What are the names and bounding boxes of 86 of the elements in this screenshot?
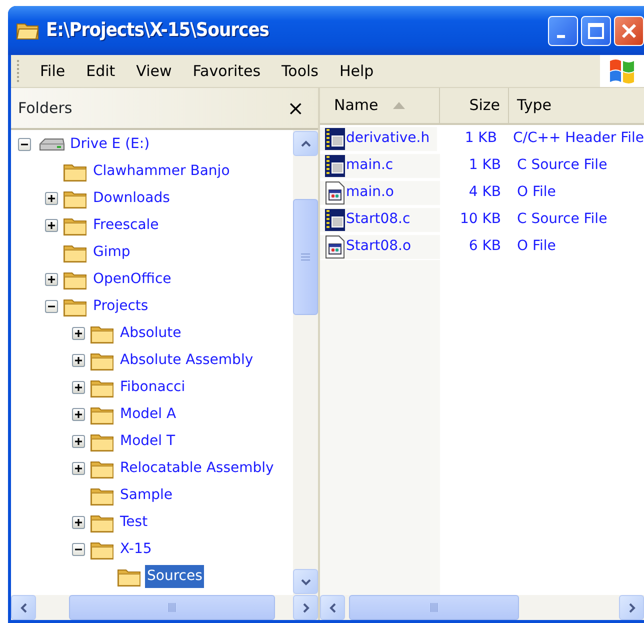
file-size: 1 KB [464,130,497,146]
tree-item[interactable]: Gimp [91,241,132,264]
tree-item[interactable]: Sources [145,565,204,588]
folder-icon [63,188,88,208]
collapse-icon[interactable] [72,543,85,556]
folder-icon [90,486,115,506]
scroll-left-button[interactable] [320,595,345,620]
collapse-icon[interactable] [45,300,58,313]
file-size: 10 KB [460,211,501,227]
close-button[interactable]: × [283,98,308,118]
file-type: C Source File [517,157,608,173]
file-type: C/C++ Header File [512,130,644,146]
file-size: 4 KB [468,184,501,200]
close-icon [620,22,638,40]
menu-item[interactable]: View [128,58,180,84]
drive-icon [39,136,65,152]
window-title: E:\Projects\X-15\Sources [46,18,270,44]
scrollbar-thumb[interactable] [349,595,519,620]
scrollbar-thumb[interactable] [293,199,318,315]
expand-icon[interactable] [72,381,85,394]
folder-icon [90,540,115,560]
scroll-left-button[interactable] [11,595,36,620]
tree-item[interactable]: Model T [118,430,178,453]
scroll-right-button[interactable] [293,595,318,620]
tree-item[interactable]: Model A [118,403,178,426]
maximize-icon [587,22,605,40]
folder-icon [90,404,115,424]
folder-icon [90,512,115,532]
folder-icon [63,296,88,316]
maximize-button[interactable] [581,16,611,46]
file-size: 1 KB [468,157,501,173]
column-header[interactable]: Name [320,88,440,123]
tree-item[interactable]: Relocatable Assembly [118,457,276,480]
column-header[interactable]: Type [509,88,644,123]
file-type: C Source File [517,211,608,227]
column-header[interactable]: Size [440,88,509,123]
expand-icon[interactable] [72,462,85,475]
folder-icon [90,458,115,478]
tree-item[interactable]: X-15 [118,538,154,561]
tree-item[interactable]: Sample [118,484,174,507]
expand-icon[interactable] [72,327,85,340]
folder-icon [63,242,88,262]
expand-icon[interactable] [45,219,58,232]
folder-icon [63,216,88,236]
scroll-up-button[interactable] [293,131,318,156]
tree-item[interactable]: Downloads [91,187,172,210]
tree-item[interactable]: Freescale [91,214,161,237]
expand-icon[interactable] [45,273,58,286]
collapse-icon[interactable] [18,138,31,151]
menu-item[interactable]: Edit [78,58,124,84]
folder-icon [90,378,115,398]
tree-item[interactable]: Projects [91,295,150,318]
folder-icon [63,162,88,182]
expand-icon[interactable] [72,516,85,529]
minimize-icon [556,35,564,38]
menu-item[interactable]: Favorites [184,58,269,84]
scroll-right-button[interactable] [619,595,644,620]
expand-icon[interactable] [45,192,58,205]
file-type: O File [517,184,556,200]
folder-icon [16,20,40,40]
scroll-down-button[interactable] [293,569,318,594]
tree-item[interactable]: Fibonacci [118,376,188,399]
scrollbar-thumb[interactable] [69,595,275,620]
folder-icon [90,432,115,452]
tree-item[interactable]: Drive E (E:) [68,133,152,156]
file-type: O File [517,238,556,254]
tree-item[interactable]: Clawhammer Banjo [91,160,232,183]
file-size: 6 KB [468,238,501,254]
tree-item[interactable]: Absolute [118,322,184,345]
folder-icon [90,350,115,370]
menu-item[interactable]: Help [332,58,382,84]
windows-logo [600,55,644,87]
menu-item[interactable]: File [32,58,74,84]
menu-item[interactable]: Tools [274,58,326,84]
expand-icon[interactable] [72,408,85,421]
expand-icon[interactable] [72,435,85,448]
folder-icon [90,324,115,344]
folder-icon [117,566,142,586]
expand-icon[interactable] [72,354,85,367]
tree-item[interactable]: Absolute Assembly [118,349,256,372]
pane-title: Folders [18,98,72,119]
tree-item[interactable]: OpenOffice [91,268,174,291]
tree-item[interactable]: Test [118,511,150,534]
folder-icon [63,270,88,290]
close-button[interactable] [614,16,644,46]
minimize-button[interactable] [548,16,578,46]
